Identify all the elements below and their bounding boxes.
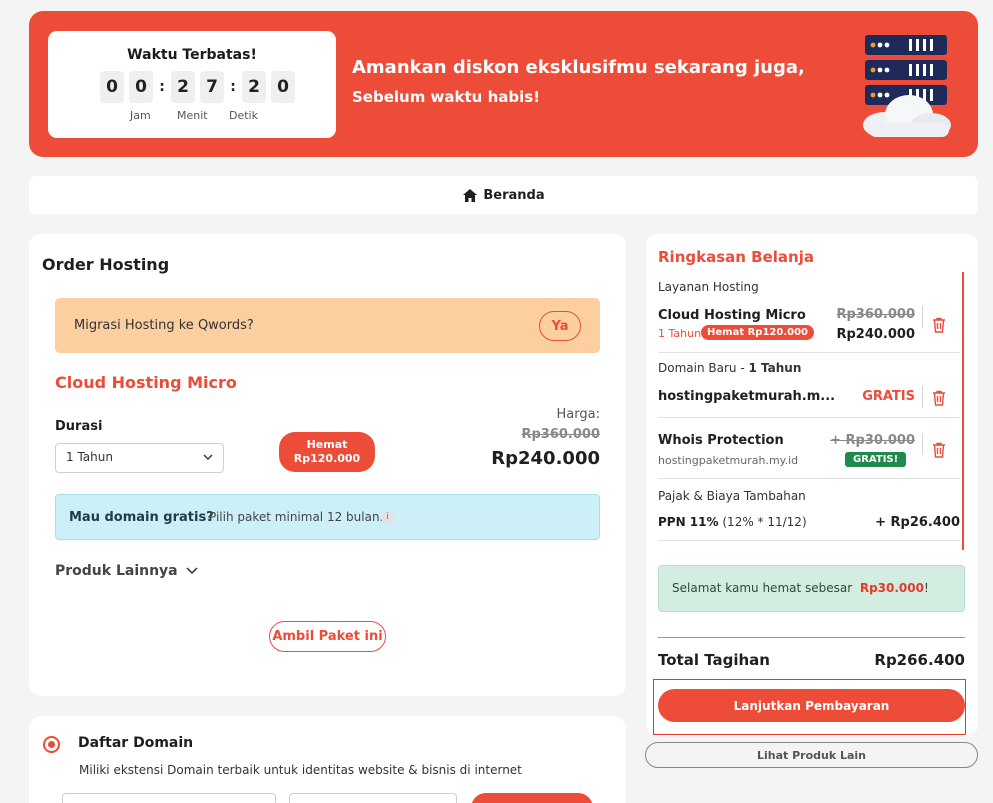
other-products-toggle[interactable]: Produk Lainnya: [55, 563, 199, 579]
savings-suffix: !: [923, 581, 929, 595]
tax-section-label: Pajak & Biaya Tambahan: [658, 489, 806, 503]
product-name: Cloud Hosting Micro: [55, 373, 237, 392]
countdown-separator: :: [230, 79, 236, 95]
home-icon[interactable]: [462, 188, 478, 203]
order-summary-card: Ringkasan Belanja Layanan Hosting Cloud …: [646, 234, 978, 736]
breadcrumb-bar: Beranda: [29, 176, 978, 214]
tax-line: PPN 11% (12% * 11/12): [658, 515, 807, 529]
duration-value: 1 Tahun: [66, 450, 113, 464]
other-products-label: Produk Lainnya: [55, 563, 178, 579]
countdown-separator: :: [159, 79, 165, 95]
divider: [658, 478, 960, 479]
service-duration: 1 Tahun: [658, 327, 702, 340]
divider: [658, 637, 965, 638]
countdown-digit: 0: [100, 71, 124, 103]
domain-name: hostingpaketmurah.m...: [658, 389, 836, 404]
tax-value: + Rp26.400: [875, 515, 960, 530]
countdown-digit: 2: [242, 71, 266, 103]
service-price-original: Rp360.000: [836, 307, 915, 322]
price-original: Rp360.000: [521, 427, 600, 442]
chevron-down-icon: [186, 567, 198, 575]
divider: [922, 306, 923, 328]
trash-icon[interactable]: [932, 390, 946, 406]
domain-section-duration: 1 Tahun: [748, 361, 802, 375]
whois-domain: hostingpaketmurah.my.id: [658, 454, 799, 467]
save-badge: Hemat Rp120.000: [279, 432, 375, 472]
promo-banner: Waktu Terbatas! 0 0 : 2 7 : 2 0 Jam Meni…: [29, 11, 978, 157]
register-domain-description: Miliki ekstensi Domain terbaik untuk ide…: [79, 763, 522, 777]
search-domain-button[interactable]: [471, 793, 593, 803]
banner-subline: Sebelum waktu habis!: [352, 88, 541, 106]
summary-title: Ringkasan Belanja: [658, 248, 814, 266]
divider: [922, 433, 923, 455]
tax-name: PPN 11%: [658, 515, 719, 529]
save-badge-label: Hemat: [306, 438, 348, 451]
server-cloud-icon: [863, 35, 951, 137]
breadcrumb-home[interactable]: Beranda: [483, 188, 544, 203]
duration-select[interactable]: 1 Tahun: [55, 443, 224, 473]
savings-text: Selamat kamu hemat sebesar: [672, 581, 853, 595]
migration-question: Migrasi Hosting ke Qwords?: [74, 318, 254, 333]
migration-yes-button[interactable]: Ya: [539, 311, 581, 341]
countdown-digit: 7: [200, 71, 224, 103]
timer-title: Waktu Terbatas!: [127, 47, 257, 63]
divider: [658, 417, 960, 418]
free-domain-hint: Pilih paket minimal 12 bulan.: [209, 510, 384, 524]
domain-extension-select[interactable]: [289, 793, 457, 803]
savings-amount: Rp30.000: [859, 581, 924, 595]
countdown-digits: 0 0 : 2 7 : 2 0: [100, 71, 300, 103]
countdown-digit: 0: [129, 71, 153, 103]
free-domain-info: Mau domain gratis? Pilih paket minimal 1…: [55, 494, 600, 540]
total-value: Rp266.400: [874, 651, 965, 669]
countdown-digit: 2: [171, 71, 195, 103]
summary-scrollbar[interactable]: [962, 272, 964, 550]
divider: [922, 386, 923, 408]
service-section-label: Layanan Hosting: [658, 280, 759, 294]
divider: [658, 540, 960, 541]
chevron-down-icon: [203, 454, 213, 460]
divider: [658, 352, 960, 353]
service-name: Cloud Hosting Micro: [658, 308, 806, 323]
price-current: Rp240.000: [491, 448, 600, 469]
order-hosting-card: Order Hosting Migrasi Hosting ke Qwords?…: [29, 234, 626, 696]
continue-payment-button[interactable]: Lanjutkan Pembayaran: [658, 689, 965, 722]
take-package-button[interactable]: Ambil Paket ini: [269, 621, 386, 652]
total-label: Total Tagihan: [658, 651, 770, 669]
countdown-timer: Waktu Terbatas! 0 0 : 2 7 : 2 0 Jam Meni…: [48, 31, 336, 138]
banner-headline: Amankan diskon eksklusifmu sekarang juga…: [352, 57, 805, 78]
price-label: Harga:: [556, 407, 600, 422]
domain-name-input[interactable]: [62, 793, 276, 803]
whois-free-tag: GRATIS!: [845, 452, 907, 467]
unit-minutes: Menit: [177, 109, 208, 122]
register-domain-radio[interactable]: [43, 736, 60, 753]
free-domain-question: Mau domain gratis?: [69, 510, 214, 525]
domain-price: GRATIS: [862, 389, 915, 404]
trash-icon[interactable]: [932, 317, 946, 333]
info-icon[interactable]: i: [381, 511, 394, 524]
order-title: Order Hosting: [42, 255, 170, 274]
service-price-current: Rp240.000: [836, 327, 915, 342]
unit-seconds: Detik: [229, 109, 258, 122]
service-save-tag: Hemat Rp120.000: [701, 325, 814, 340]
register-domain-card: Daftar Domain Miliki ekstensi Domain ter…: [29, 716, 626, 803]
domain-section-prefix: Domain Baru -: [658, 361, 749, 375]
countdown-digit: 0: [271, 71, 295, 103]
domain-section-label: Domain Baru - 1 Tahun: [658, 361, 801, 375]
savings-banner: Selamat kamu hemat sebesar Rp30.000!: [658, 565, 965, 612]
migration-box: Migrasi Hosting ke Qwords? Ya: [55, 298, 600, 353]
save-badge-amount: Rp120.000: [293, 452, 361, 465]
whois-name: Whois Protection: [658, 433, 784, 448]
unit-hours: Jam: [130, 109, 151, 122]
register-domain-title: Daftar Domain: [78, 735, 194, 751]
duration-label: Durasi: [55, 419, 103, 434]
view-other-products-button[interactable]: Lihat Produk Lain: [645, 742, 978, 768]
tax-formula: (12% * 11/12): [722, 515, 807, 529]
whois-price-original: + Rp30.000: [830, 433, 915, 448]
trash-icon[interactable]: [932, 442, 946, 458]
